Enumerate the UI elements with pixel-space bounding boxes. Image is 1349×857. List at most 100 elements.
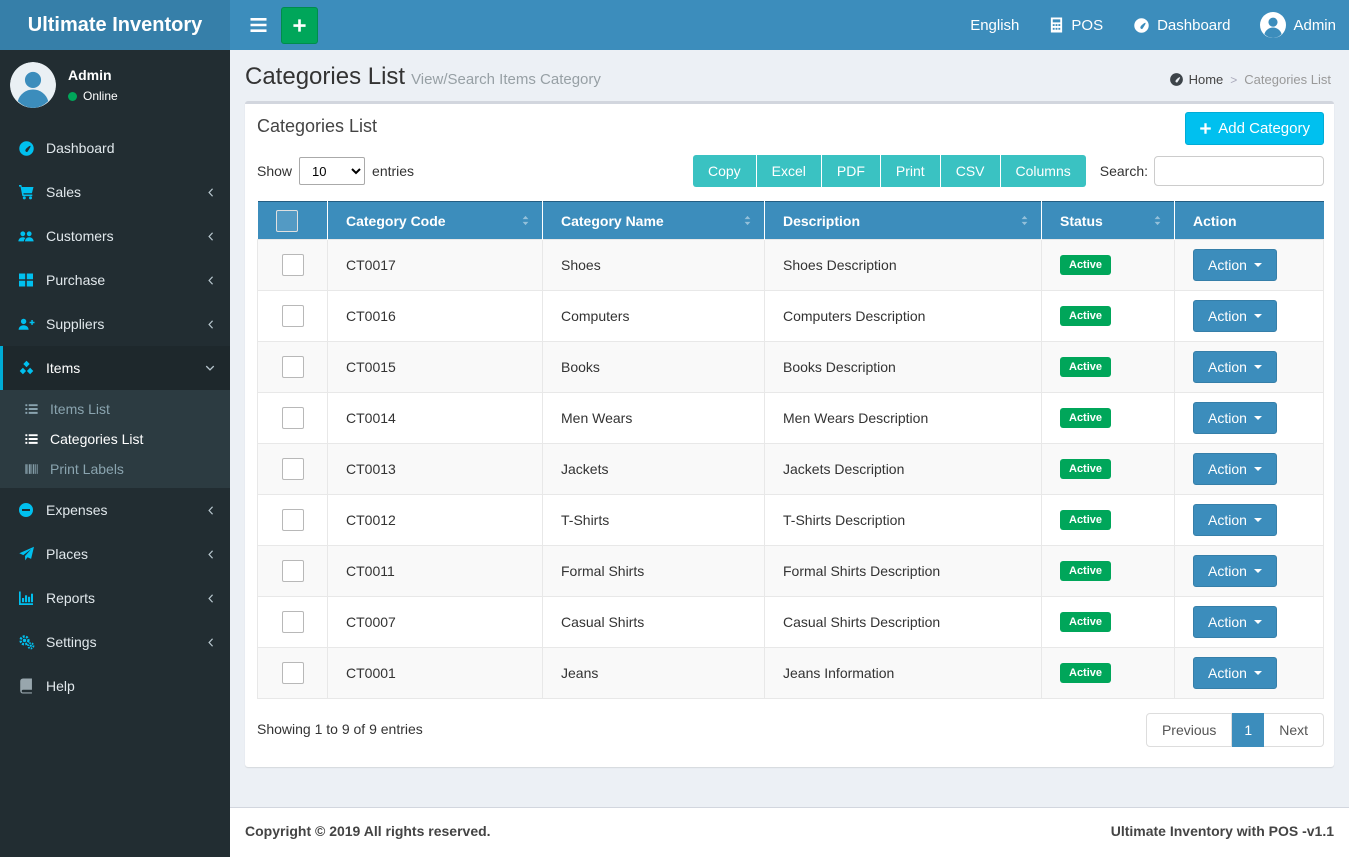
plus-icon: [1199, 122, 1212, 135]
sidebar: Admin Online Dashboard Sales Customers P…: [0, 50, 230, 857]
quick-add-button[interactable]: [281, 6, 318, 44]
excel-button[interactable]: Excel: [756, 155, 822, 187]
row-checkbox[interactable]: [281, 254, 304, 276]
sidebar-item-settings[interactable]: Settings: [0, 620, 230, 664]
nav-user[interactable]: Admin: [1260, 0, 1336, 50]
sidebar-item-reports[interactable]: Reports: [0, 576, 230, 620]
action-dropdown-button[interactable]: Action: [1193, 657, 1277, 689]
pagination-previous-button[interactable]: Previous: [1145, 713, 1233, 747]
copy-button[interactable]: Copy: [692, 155, 757, 187]
app-brand[interactable]: Ultimate Inventory: [0, 0, 230, 50]
cell-status: Active: [1041, 239, 1175, 291]
action-dropdown-button[interactable]: Action: [1193, 300, 1277, 332]
action-dropdown-button[interactable]: Action: [1193, 402, 1277, 434]
nav-dashboard[interactable]: Dashboard: [1133, 0, 1230, 50]
row-checkbox[interactable]: [281, 305, 304, 327]
breadcrumb-separator: >: [1230, 72, 1238, 87]
sidebar-item-suppliers[interactable]: Suppliers: [0, 302, 230, 346]
action-dropdown-button[interactable]: Action: [1193, 351, 1277, 383]
row-checkbox[interactable]: [281, 509, 304, 531]
cubes-icon: [16, 360, 36, 376]
row-checkbox[interactable]: [281, 611, 304, 633]
show-label: Show: [257, 163, 293, 179]
pagination-page-1-button[interactable]: 1: [1232, 713, 1265, 747]
sidebar-item-items-list[interactable]: Items List: [0, 394, 230, 424]
sidebar-item-print-labels[interactable]: Print Labels: [0, 454, 230, 484]
select-all-checkbox[interactable]: [275, 209, 298, 232]
top-navbar: Ultimate Inventory English POS Dashboard…: [0, 0, 1349, 50]
cell-action: Action: [1174, 647, 1324, 699]
menu-toggle-icon[interactable]: [243, 0, 273, 50]
caret-down-icon: [1253, 263, 1262, 267]
breadcrumb-home[interactable]: Home: [1169, 72, 1223, 87]
sidebar-item-customers[interactable]: Customers: [0, 214, 230, 258]
sidebar-item-sales[interactable]: Sales: [0, 170, 230, 214]
cell-name: T-Shirts: [542, 494, 765, 546]
cell-action: Action: [1174, 443, 1324, 495]
cell-code: CT0011: [327, 545, 543, 597]
header-description[interactable]: Description: [764, 201, 1042, 240]
header-category-name[interactable]: Category Name: [542, 201, 765, 240]
sidebar-item-label: Purchase: [46, 272, 106, 288]
row-checkbox[interactable]: [281, 662, 304, 684]
sidebar-item-categories-list[interactable]: Categories List: [0, 424, 230, 454]
select-all-header: [257, 201, 328, 240]
sidebar-user-status[interactable]: Online: [68, 89, 118, 103]
caret-down-icon: [1253, 416, 1262, 420]
row-checkbox[interactable]: [281, 458, 304, 480]
pdf-button[interactable]: PDF: [821, 155, 881, 187]
sidebar-item-label: Suppliers: [46, 316, 105, 332]
status-badge: Active: [1060, 306, 1112, 326]
row-checkbox[interactable]: [281, 356, 304, 378]
caret-down-icon: [1253, 467, 1262, 471]
action-dropdown-button[interactable]: Action: [1193, 453, 1277, 485]
cell-description: Shoes Description: [764, 239, 1042, 291]
print-button[interactable]: Print: [880, 155, 941, 187]
action-dropdown-button[interactable]: Action: [1193, 504, 1277, 536]
caret-down-icon: [1253, 314, 1262, 318]
breadcrumb: Home > Categories List: [1169, 72, 1331, 87]
cart-icon: [16, 184, 36, 200]
table-row: CT0013 Jackets Jackets Description Activ…: [257, 443, 1324, 495]
gauge-icon: [1133, 17, 1150, 34]
sidebar-item-items[interactable]: Items: [0, 346, 230, 390]
entries-info: Showing 1 to 9 of 9 entries: [257, 721, 423, 737]
action-dropdown-button[interactable]: Action: [1193, 249, 1277, 281]
status-badge: Active: [1060, 255, 1112, 275]
action-dropdown-button[interactable]: Action: [1193, 555, 1277, 587]
header-label: Category Code: [346, 212, 446, 229]
row-checkbox[interactable]: [281, 407, 304, 429]
header-category-code[interactable]: Category Code: [327, 201, 543, 240]
action-dropdown-button[interactable]: Action: [1193, 606, 1277, 638]
cell-code: CT0014: [327, 392, 543, 444]
cell-checkbox: [257, 239, 328, 291]
sidebar-item-places[interactable]: Places: [0, 532, 230, 576]
sidebar-item-dashboard[interactable]: Dashboard: [0, 126, 230, 170]
export-buttons: Copy Excel PDF Print CSV Columns: [692, 155, 1086, 187]
entries-label: entries: [372, 163, 415, 179]
nav-pos[interactable]: POS: [1049, 0, 1103, 50]
csv-button[interactable]: CSV: [940, 155, 1001, 187]
sidebar-user-status-label: Online: [83, 89, 118, 103]
pagination-next-button[interactable]: Next: [1264, 713, 1324, 747]
columns-button[interactable]: Columns: [1000, 155, 1086, 187]
action-label: Action: [1208, 512, 1247, 528]
footer-copyright: Copyright © 2019 All rights reserved.: [245, 823, 491, 839]
header-status[interactable]: Status: [1041, 201, 1175, 240]
plus-icon: [292, 18, 307, 33]
row-checkbox[interactable]: [281, 560, 304, 582]
chevron-left-icon: [206, 318, 216, 331]
page-length-select[interactable]: 10: [299, 157, 366, 185]
card-title: Categories List: [257, 116, 378, 136]
action-label: Action: [1208, 410, 1247, 426]
sidebar-item-help[interactable]: Help: [0, 664, 230, 708]
card-header: Categories List Add Category: [245, 104, 1334, 145]
add-category-button[interactable]: Add Category: [1185, 112, 1324, 145]
barcode-icon: [24, 462, 42, 476]
nav-language[interactable]: English: [970, 0, 1019, 50]
sidebar-item-purchase[interactable]: Purchase: [0, 258, 230, 302]
cell-description: T-Shirts Description: [764, 494, 1042, 546]
sidebar-item-expenses[interactable]: Expenses: [0, 488, 230, 532]
search-input[interactable]: [1154, 156, 1324, 186]
table-footer: Showing 1 to 9 of 9 entries Previous 1 N…: [245, 699, 1334, 751]
